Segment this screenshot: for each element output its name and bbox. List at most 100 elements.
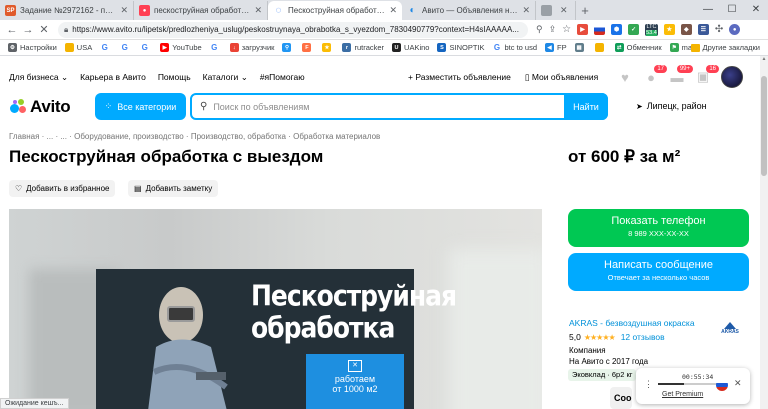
extension-icon[interactable]: ▶ bbox=[577, 24, 589, 35]
post-ad-link[interactable]: + Разместить объявление bbox=[408, 72, 511, 83]
heart-icon[interactable]: ♥ bbox=[617, 69, 633, 85]
nav-catalogs[interactable]: Каталоги ⌄ bbox=[203, 72, 248, 83]
bookmark-item[interactable]: G bbox=[100, 43, 112, 52]
google-icon: G bbox=[209, 43, 219, 52]
extension-icon[interactable]: ✓ bbox=[628, 24, 640, 35]
tab-2-active[interactable]: ◌ Пескоструйная обработка с выез ✕ bbox=[268, 1, 402, 20]
profile-icon[interactable]: ● bbox=[729, 24, 741, 35]
flag-ru-icon[interactable] bbox=[716, 379, 728, 391]
extension-icon[interactable]: ☰ bbox=[697, 24, 709, 35]
eco-badge: Эковклад · 6р2 кг bbox=[568, 369, 637, 381]
flag-ru-icon[interactable] bbox=[594, 24, 606, 35]
bookmark-item[interactable]: ◀ FP bbox=[545, 43, 567, 52]
url-field[interactable]: 🔒︎ https://www.avito.ru/lipetsk/predlozh… bbox=[58, 21, 528, 38]
bookmark-star-icon[interactable]: ☆ bbox=[562, 24, 571, 35]
youtube-icon: ▶ bbox=[160, 43, 170, 52]
message-seller-button[interactable]: Соо bbox=[610, 387, 632, 409]
bookmark-item[interactable]: ▦ bbox=[574, 43, 587, 52]
bookmark-item[interactable]: ⚲ bbox=[282, 43, 294, 52]
reload-icon[interactable]: ✕ bbox=[36, 23, 52, 36]
ad-poster: Пескоструйная обработка ✕ работаем от 10… bbox=[96, 269, 457, 409]
bookmark-item[interactable]: U UAKino bbox=[392, 43, 429, 52]
tab-favicon: ◐ bbox=[409, 5, 416, 16]
cart-icon[interactable]: ▣ 16 bbox=[695, 65, 719, 85]
extension-icon[interactable]: ⬢ bbox=[611, 24, 623, 35]
close-icon[interactable]: ✕ bbox=[522, 5, 530, 16]
breadcrumb[interactable]: Главная · ... · ... · Оборудование, прои… bbox=[9, 132, 380, 141]
scroll-up-icon[interactable]: ▲ bbox=[760, 56, 768, 62]
bookmark-item[interactable]: ⇄ Обменник bbox=[614, 43, 662, 52]
phone-mask: 8 989 XXX-XX-XX bbox=[628, 229, 689, 238]
scrollbar-thumb[interactable] bbox=[761, 76, 767, 176]
close-icon[interactable]: ✕ bbox=[389, 5, 397, 16]
search-button[interactable]: Найти bbox=[564, 93, 608, 120]
bookmark-item[interactable]: r rutracker bbox=[342, 43, 384, 52]
tab-3[interactable]: ◐ Авито — Объявления на сайте Ав ✕ bbox=[402, 1, 536, 20]
nav-business[interactable]: Для бизнеса ⌄ bbox=[9, 72, 68, 83]
other-bookmarks-label: Другие закладки bbox=[702, 43, 760, 52]
bookmark-item[interactable]: G bbox=[140, 43, 152, 52]
bookmark-item[interactable]: ★ bbox=[322, 43, 334, 52]
all-categories-button[interactable]: ⁘ Все категории bbox=[95, 93, 186, 120]
google-icon: G bbox=[140, 43, 150, 52]
minimize-icon[interactable]: — bbox=[696, 0, 720, 20]
menu-dots-icon[interactable]: ⋮ bbox=[644, 379, 653, 390]
forward-icon[interactable]: → bbox=[20, 24, 36, 36]
nav-career[interactable]: Карьера в Авито bbox=[80, 72, 146, 83]
maximize-icon[interactable]: ☐ bbox=[720, 0, 744, 20]
bookmark-item[interactable]: ⚙ Настройки bbox=[8, 43, 57, 52]
page-title: Пескоструйная обработка с выездом bbox=[9, 147, 324, 166]
new-tab-button[interactable]: + bbox=[576, 1, 594, 20]
bookmark-item[interactable]: G bbox=[209, 43, 222, 52]
bookmark-item[interactable]: G bbox=[120, 43, 132, 52]
avatar[interactable] bbox=[721, 66, 743, 88]
bookmark-item[interactable]: USA bbox=[64, 43, 92, 52]
bookmark-item[interactable]: Gbtc to usd bbox=[492, 43, 537, 52]
extension-icon[interactable]: ★ bbox=[663, 24, 675, 35]
bookmark-item[interactable]: ▶ YouTube bbox=[160, 43, 202, 52]
tab-0[interactable]: SP Задание №2972162 - просмотр з ✕ bbox=[0, 1, 134, 20]
add-to-favorites-button[interactable]: ♡ Добавить в избранное bbox=[9, 180, 116, 197]
chat-icon[interactable]: ▬ 99+ bbox=[669, 65, 693, 85]
poster-card-line1: работаем bbox=[334, 374, 376, 384]
zoom-icon[interactable]: ⚲ bbox=[536, 24, 543, 35]
search-bar: ⚲ Поиск по объявлениям Найти bbox=[190, 93, 608, 120]
bookmark-item[interactable]: ↓ загрузчик bbox=[229, 43, 274, 52]
bookmark-item[interactable] bbox=[594, 43, 607, 52]
bookmark-label: YouTube bbox=[172, 43, 202, 52]
get-premium-link[interactable]: Get Premium bbox=[662, 391, 703, 398]
extensions-puzzle-icon[interactable]: ✣ bbox=[715, 24, 723, 35]
add-note-button[interactable]: ▤ Добавить заметку bbox=[128, 180, 219, 197]
nav-help[interactable]: Помощь bbox=[158, 72, 191, 83]
my-ads-link[interactable]: ▯ Мои объявления bbox=[525, 72, 598, 83]
bell-icon[interactable]: ● 17 bbox=[643, 65, 667, 85]
close-icon[interactable]: ✕ bbox=[120, 5, 128, 16]
close-window-icon[interactable]: ✕ bbox=[744, 0, 768, 20]
loading-icon: ◌ bbox=[275, 5, 282, 16]
bookmark-item[interactable]: F bbox=[302, 43, 314, 52]
show-phone-button[interactable]: Показать телефон 8 989 XXX-XX-XX bbox=[568, 209, 749, 247]
browser-status-bar: Ожидание кешъ... bbox=[0, 398, 69, 409]
listing-photo[interactable]: Пескоструйная обработка ✕ работаем от 10… bbox=[9, 209, 542, 409]
close-icon[interactable]: ✕ bbox=[254, 5, 262, 16]
close-icon[interactable]: ✕ bbox=[560, 5, 568, 16]
close-icon[interactable]: ✕ bbox=[734, 378, 742, 389]
page-scrollbar[interactable]: ▲ bbox=[760, 56, 768, 409]
back-icon[interactable]: ← bbox=[4, 24, 20, 36]
ltc-extension[interactable]: LTC 53.4 bbox=[645, 23, 658, 36]
tab-1[interactable]: ● пескоструйная обработка в Липе ✕ bbox=[134, 1, 268, 20]
extension-icon[interactable]: ◆ bbox=[680, 24, 692, 35]
reviews-link[interactable]: 12 отзывов bbox=[621, 332, 665, 342]
progress-bar[interactable] bbox=[658, 383, 722, 385]
avito-logo[interactable]: Avito bbox=[10, 97, 71, 117]
search-input[interactable]: ⚲ Поиск по объявлениям bbox=[192, 101, 564, 112]
other-bookmarks[interactable]: Другие закладки bbox=[690, 43, 760, 52]
share-icon[interactable]: ⇪ bbox=[549, 24, 557, 35]
nav-ihelp[interactable]: #яПомогаю bbox=[260, 72, 305, 83]
seller-logo[interactable]: AKRAS bbox=[716, 322, 744, 335]
folder-icon bbox=[690, 43, 700, 52]
bookmark-item[interactable]: S SINOPTIK bbox=[437, 43, 485, 52]
city-selector[interactable]: ➤ Липецк, район bbox=[636, 101, 707, 111]
tab-4[interactable]: ✕ bbox=[536, 1, 576, 20]
write-message-button[interactable]: Написать сообщение Отвечает за несколько… bbox=[568, 253, 749, 291]
